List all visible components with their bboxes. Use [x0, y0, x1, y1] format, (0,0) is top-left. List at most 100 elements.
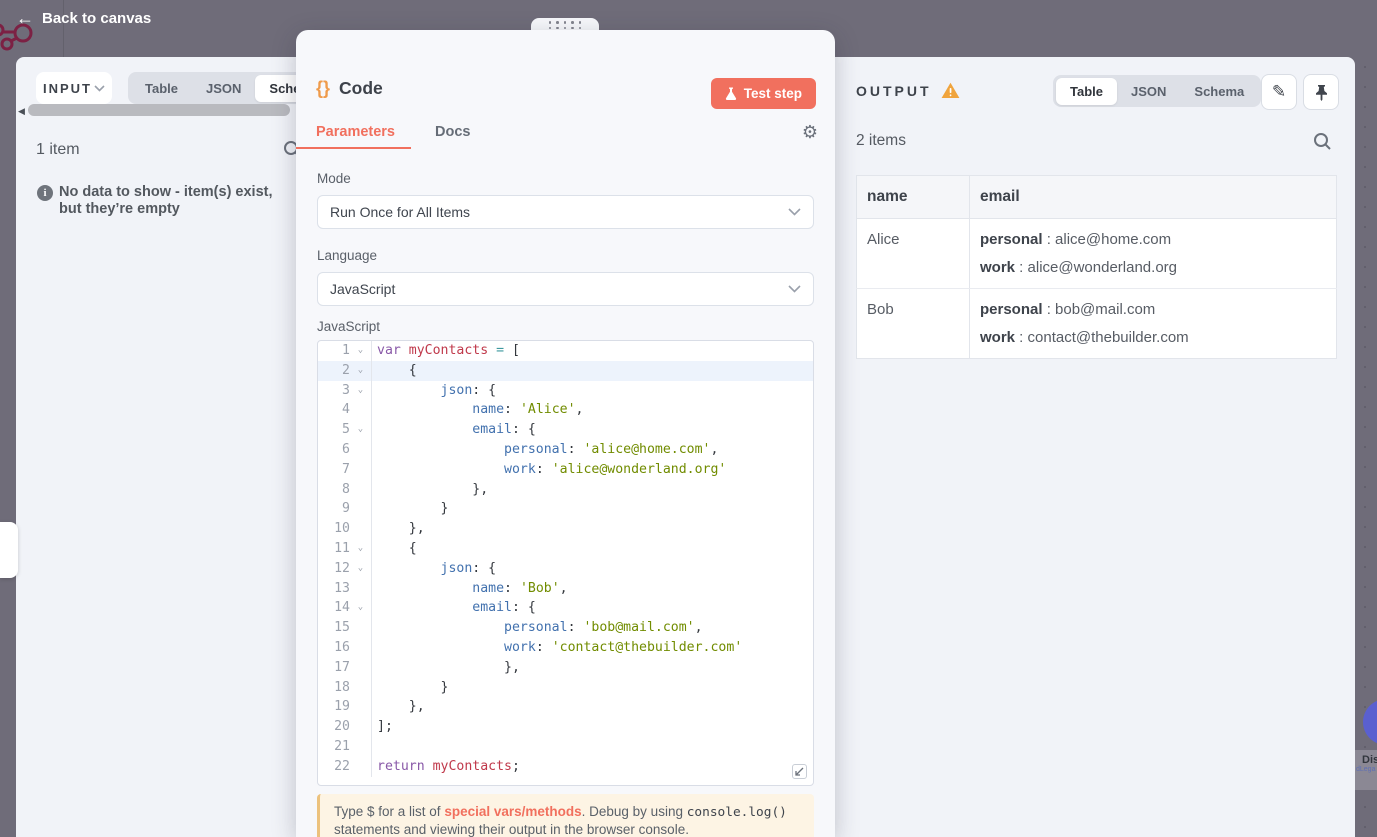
mode-select[interactable]: Run Once for All Items [317, 195, 814, 229]
test-step-button[interactable]: Test step [710, 78, 816, 109]
code-line-7[interactable]: 7 work: 'alice@wonderland.org' [318, 459, 813, 480]
tab-docs[interactable]: Docs [435, 124, 470, 152]
canvas-node-label: Dis [1362, 754, 1377, 766]
fold-chevron-icon[interactable]: ⌄ [350, 381, 371, 401]
code-line-5[interactable]: 5 ⌄ email: { [318, 420, 813, 440]
editor-hint-callout: Type $ for a list of special vars/method… [317, 794, 814, 837]
node-title[interactable]: Code [339, 78, 383, 99]
code-editor[interactable]: 1 ⌄ var myContacts = [2 ⌄ {3 ⌄ json: {4 name… [317, 340, 814, 786]
n8n-node-detail-view: ← Back to canvas Dis dLega INPUT Table J… [0, 0, 1377, 837]
fold-gutter [350, 480, 371, 500]
line-number: 13 [334, 580, 350, 596]
code-line-8[interactable]: 8 }, [318, 479, 813, 500]
resize-icon [795, 767, 804, 776]
chevron-down-icon [788, 208, 801, 216]
code-line-4[interactable]: 4 name: 'Alice', [318, 400, 813, 421]
cell-name: Bob [856, 288, 970, 359]
fold-chevron-icon[interactable]: ⌄ [350, 598, 371, 618]
fold-gutter [350, 658, 371, 678]
output-col-email[interactable]: email [969, 175, 1337, 219]
code-line-19[interactable]: 19 }, [318, 697, 813, 718]
code-line-20[interactable]: 20]; [318, 717, 813, 737]
code-text: return myContacts; [377, 758, 520, 774]
output-items-count: 2 items [856, 132, 906, 149]
line-number: 19 [334, 699, 350, 715]
input-tab-json[interactable]: JSON [192, 75, 255, 102]
output-tab-json[interactable]: JSON [1117, 78, 1180, 105]
output-data-table: name email Alice personal : alice@home.co… [856, 175, 1337, 359]
code-text: name: 'Alice', [472, 402, 584, 418]
code-line-10[interactable]: 10 }, [318, 519, 813, 539]
fold-chevron-icon[interactable]: ⌄ [350, 559, 371, 579]
output-tab-schema[interactable]: Schema [1180, 78, 1258, 105]
input-horizontal-scrollbar[interactable] [28, 104, 290, 116]
line-number: 8 [342, 481, 350, 497]
panel-collapse-handle[interactable] [0, 522, 18, 578]
code-line-17[interactable]: 17 }, [318, 657, 813, 678]
line-number: 7 [342, 461, 350, 477]
table-row[interactable]: Alice personal : alice@home.com work : ali… [856, 218, 1337, 289]
fold-gutter [350, 717, 371, 737]
fold-chevron-icon[interactable]: ⌄ [350, 420, 371, 440]
language-select[interactable]: JavaScript [317, 272, 814, 306]
code-line-14[interactable]: 14 ⌄ email: { [318, 598, 813, 619]
edit-output-button[interactable]: ✎ [1261, 74, 1297, 110]
pencil-icon: ✎ [1271, 82, 1287, 101]
table-row[interactable]: Bob personal : bob@mail.com work : contact… [856, 288, 1337, 359]
line-number: 16 [334, 639, 350, 655]
input-panel-title: INPUT [43, 80, 92, 96]
cell-name: Alice [856, 218, 970, 289]
hint-text: Type $ for a list of [334, 804, 445, 819]
input-source-dropdown[interactable]: INPUT [36, 72, 112, 104]
code-line-11[interactable]: 11 ⌄ { [318, 538, 813, 559]
code-text: var myContacts = [ [377, 343, 520, 358]
line-number: 3 [342, 382, 350, 398]
input-items-count: 1 item [36, 141, 80, 158]
pin-data-button[interactable] [1303, 74, 1339, 110]
line-number: 11 [334, 540, 350, 556]
email-key-value: work : contact@thebuilder.com [980, 329, 1189, 346]
code-line-16[interactable]: 16 work: 'contact@thebuilder.com' [318, 637, 813, 658]
code-text: ]; [377, 719, 393, 735]
code-line-12[interactable]: 12 ⌄ json: { [318, 558, 813, 579]
fold-chevron-icon[interactable]: ⌄ [350, 539, 371, 559]
code-line-1[interactable]: 1 ⌄ var myContacts = [ [318, 341, 813, 361]
workflow-logo-icon [0, 23, 33, 51]
line-number: 15 [334, 620, 350, 636]
input-tab-table[interactable]: Table [131, 75, 192, 102]
code-line-9[interactable]: 9 } [318, 499, 813, 520]
output-tab-table[interactable]: Table [1056, 77, 1117, 105]
output-col-name[interactable]: name [856, 175, 970, 219]
code-text: email: { [472, 422, 536, 438]
line-number: 2 [342, 362, 350, 378]
console-log-code: console.log() [686, 805, 787, 820]
line-number: 10 [334, 521, 350, 537]
code-text: } [377, 679, 449, 695]
hint-text: . Debug by using [581, 804, 687, 819]
special-vars-link[interactable]: special vars/methods [444, 804, 581, 819]
language-label: Language [317, 248, 378, 263]
code-line-22[interactable]: 22 return myContacts; [318, 756, 813, 777]
code-line-13[interactable]: 13 name: 'Bob', [318, 578, 813, 599]
info-icon: i [37, 185, 53, 201]
scroll-left-arrow-icon[interactable]: ◀ [18, 106, 25, 117]
editor-resize-handle[interactable] [792, 764, 807, 779]
fold-chevron-icon[interactable]: ⌄ [350, 361, 371, 381]
settings-gear-icon[interactable]: ⚙ [802, 122, 818, 143]
code-text: email: { [472, 600, 536, 616]
code-line-2[interactable]: 2 ⌄ { [318, 360, 813, 381]
code-line-18[interactable]: 18 } [318, 677, 813, 698]
code-line-3[interactable]: 3 ⌄ json: { [318, 380, 813, 401]
code-line-15[interactable]: 15 personal: 'bob@mail.com', [318, 618, 813, 638]
code-line-21[interactable]: 21 [318, 736, 813, 757]
test-step-label: Test step [743, 86, 802, 101]
code-node-modal: {} Code Test step Parameters Docs ⚙ Mode… [296, 30, 835, 837]
output-search-icon[interactable] [1313, 132, 1332, 151]
fold-chevron-icon[interactable]: ⌄ [350, 341, 371, 361]
code-line-6[interactable]: 6 personal: 'alice@home.com', [318, 439, 813, 460]
mode-value: Run Once for All Items [330, 204, 471, 220]
email-key-value: work : alice@wonderland.org [980, 259, 1177, 276]
code-text: } [377, 501, 449, 517]
email-key-value: personal : alice@home.com [980, 231, 1172, 248]
line-number: 14 [334, 600, 350, 616]
